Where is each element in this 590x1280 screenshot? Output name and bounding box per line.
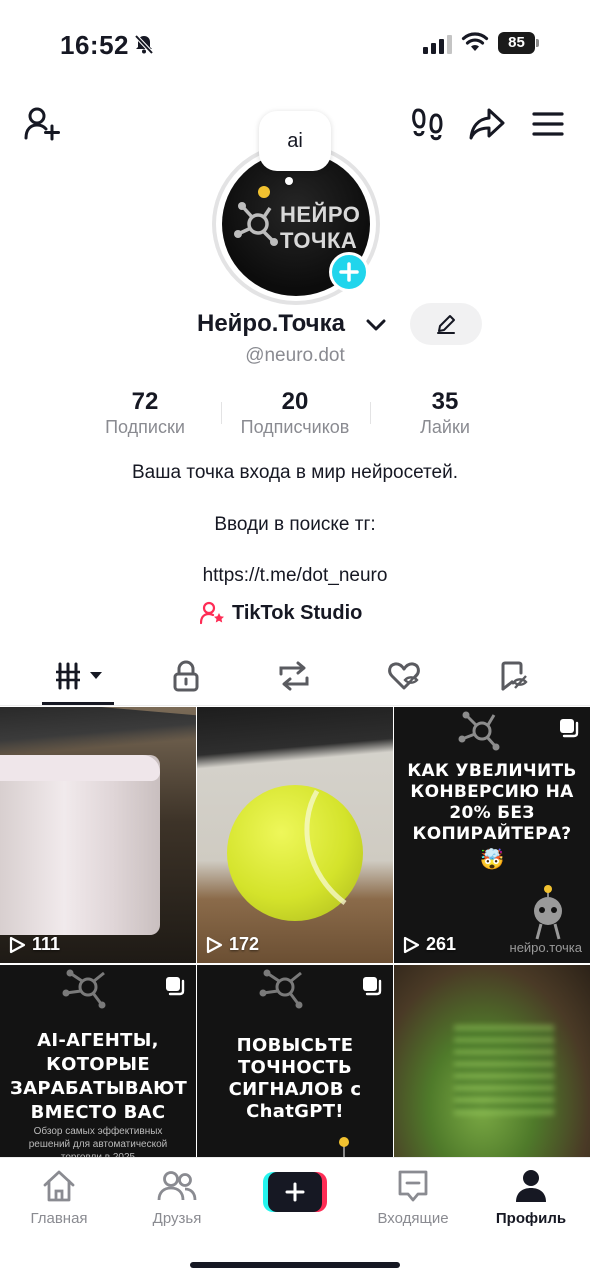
edit-profile-button[interactable] bbox=[410, 303, 482, 345]
share-profile-button[interactable] bbox=[467, 104, 507, 144]
robot-mascot-icon bbox=[534, 885, 562, 940]
status-time: 16:52 bbox=[60, 30, 129, 60]
followers-label[interactable]: Подписчиков bbox=[220, 417, 370, 438]
nav-friends-label: Друзья bbox=[152, 1210, 202, 1227]
note-bubble-tail bbox=[285, 177, 293, 185]
status-bar: 16:52 85 bbox=[0, 0, 590, 88]
profile-name[interactable]: Нейро.Точка bbox=[197, 310, 345, 338]
video-thumbnail[interactable]: 111 bbox=[0, 707, 196, 963]
footprints-button[interactable] bbox=[408, 104, 448, 144]
view-count: 172 bbox=[205, 934, 259, 955]
friends-icon bbox=[157, 1171, 197, 1201]
wifi-icon bbox=[461, 32, 489, 51]
video-grid-icon bbox=[56, 662, 102, 690]
profile-tabs bbox=[0, 650, 590, 706]
profile-handle: @neuro.dot bbox=[245, 345, 345, 366]
video-thumbnail[interactable]: 172 bbox=[197, 707, 393, 963]
tab-videos[interactable] bbox=[48, 658, 108, 694]
lock-icon bbox=[173, 660, 199, 692]
tiktok-studio-label: TikTok Studio bbox=[232, 601, 363, 624]
nav-home[interactable]: Главная bbox=[4, 1166, 114, 1227]
view-count: 111 bbox=[8, 934, 60, 955]
multi-photo-icon bbox=[560, 719, 579, 738]
avatar-logo-text: НЕЙРО ТОЧКА bbox=[280, 202, 361, 253]
nav-profile[interactable]: Профиль bbox=[476, 1166, 586, 1227]
multi-photo-icon bbox=[363, 977, 382, 996]
tiktok-studio-link[interactable]: TikTok Studio bbox=[200, 601, 362, 625]
battery-level: 85 bbox=[498, 32, 535, 54]
nav-friends[interactable]: Друзья bbox=[122, 1166, 232, 1227]
pencil-icon bbox=[437, 315, 455, 334]
profile-icon bbox=[516, 1170, 546, 1202]
plus-icon bbox=[285, 1182, 305, 1202]
bell-muted-icon bbox=[134, 34, 154, 55]
play-icon bbox=[403, 936, 420, 953]
tab-liked[interactable] bbox=[374, 658, 434, 694]
video-thumbnail[interactable]: AI-АГЕНТЫ, КОТОРЫЕ ЗАРАБАТЫВАЮТ ВМЕСТО В… bbox=[0, 965, 196, 1157]
robot-mascot-icon bbox=[339, 1137, 349, 1157]
network-logo-icon bbox=[458, 711, 500, 751]
network-logo-icon bbox=[234, 202, 278, 246]
following-label[interactable]: Подписки bbox=[70, 417, 220, 438]
menu-button[interactable] bbox=[528, 104, 568, 144]
bio-link[interactable]: https://t.me/dot_neuro bbox=[0, 565, 590, 587]
active-tab-indicator bbox=[42, 702, 114, 705]
heart-hidden-icon bbox=[388, 662, 420, 690]
repost-icon bbox=[279, 661, 309, 691]
home-icon bbox=[43, 1170, 75, 1202]
video-thumbnail[interactable]: ПОВЫСЬТЕ ТОЧНОСТЬ СИГНАЛОВ с ChatGPT! bbox=[197, 965, 393, 1157]
nav-inbox[interactable]: Входящие bbox=[358, 1166, 468, 1227]
play-icon bbox=[9, 936, 26, 953]
video-title: AI-АГЕНТЫ, КОТОРЫЕ ЗАРАБАТЫВАЮТ ВМЕСТО В… bbox=[10, 1030, 188, 1123]
watermark: нейро.точка bbox=[509, 940, 582, 955]
add-story-button[interactable] bbox=[329, 252, 369, 292]
video-thumbnail[interactable] bbox=[394, 965, 590, 1157]
tab-favorites[interactable] bbox=[484, 658, 544, 694]
plus-icon bbox=[339, 262, 359, 282]
network-logo-icon bbox=[62, 969, 106, 1009]
likes-label[interactable]: Лайки bbox=[370, 417, 520, 438]
footprints-icon bbox=[412, 108, 443, 141]
play-icon bbox=[206, 936, 223, 953]
nav-profile-label: Профиль bbox=[495, 1210, 567, 1227]
add-user-icon bbox=[24, 107, 60, 141]
followers-count[interactable]: 20 bbox=[225, 388, 365, 416]
inbox-icon bbox=[398, 1170, 428, 1202]
likes-count[interactable]: 35 bbox=[375, 388, 515, 416]
tab-private[interactable] bbox=[156, 658, 216, 694]
bio-line: Вводи в поиске тг: bbox=[214, 514, 376, 535]
view-count: 261 bbox=[402, 934, 456, 955]
tab-reposts[interactable] bbox=[264, 658, 324, 694]
bio-line: Ваша точка входа в мир нейросетей. bbox=[132, 462, 458, 483]
create-button[interactable] bbox=[263, 1172, 327, 1212]
multi-photo-icon bbox=[166, 977, 185, 996]
video-grid: 111 172 КАК УВЕЛИЧИТЬ КОНВЕРСИЮ НА 20% Б bbox=[0, 707, 590, 1157]
note-bubble[interactable]: ai bbox=[259, 111, 331, 171]
exploding-head-emoji: 🤯 bbox=[479, 849, 505, 871]
network-logo-icon bbox=[259, 969, 303, 1009]
nav-home-label: Главная bbox=[30, 1210, 88, 1227]
share-icon bbox=[469, 108, 505, 140]
add-friend-button[interactable] bbox=[22, 104, 62, 144]
battery-indicator: 85 bbox=[498, 32, 540, 54]
bookmark-hidden-icon bbox=[501, 661, 528, 691]
following-count[interactable]: 72 bbox=[75, 388, 215, 416]
chevron-down-icon[interactable] bbox=[366, 318, 386, 332]
video-title: ПОВЫСЬТЕ ТОЧНОСТЬ СИГНАЛОВ с ChatGPT! bbox=[228, 1035, 362, 1122]
cellular-signal-icon bbox=[423, 35, 452, 54]
video-title: КАК УВЕЛИЧИТЬ КОНВЕРСИЮ НА 20% БЕЗ КОПИР… bbox=[407, 761, 577, 844]
video-thumbnail[interactable]: КАК УВЕЛИЧИТЬ КОНВЕРСИЮ НА 20% БЕЗ КОПИР… bbox=[394, 707, 590, 963]
home-indicator bbox=[190, 1262, 400, 1268]
hamburger-menu-icon bbox=[532, 112, 564, 136]
creator-star-icon bbox=[200, 601, 224, 625]
nav-inbox-label: Входящие bbox=[377, 1210, 449, 1227]
video-subtitle: Обзор самых эффективных решений для авто… bbox=[28, 1126, 168, 1157]
